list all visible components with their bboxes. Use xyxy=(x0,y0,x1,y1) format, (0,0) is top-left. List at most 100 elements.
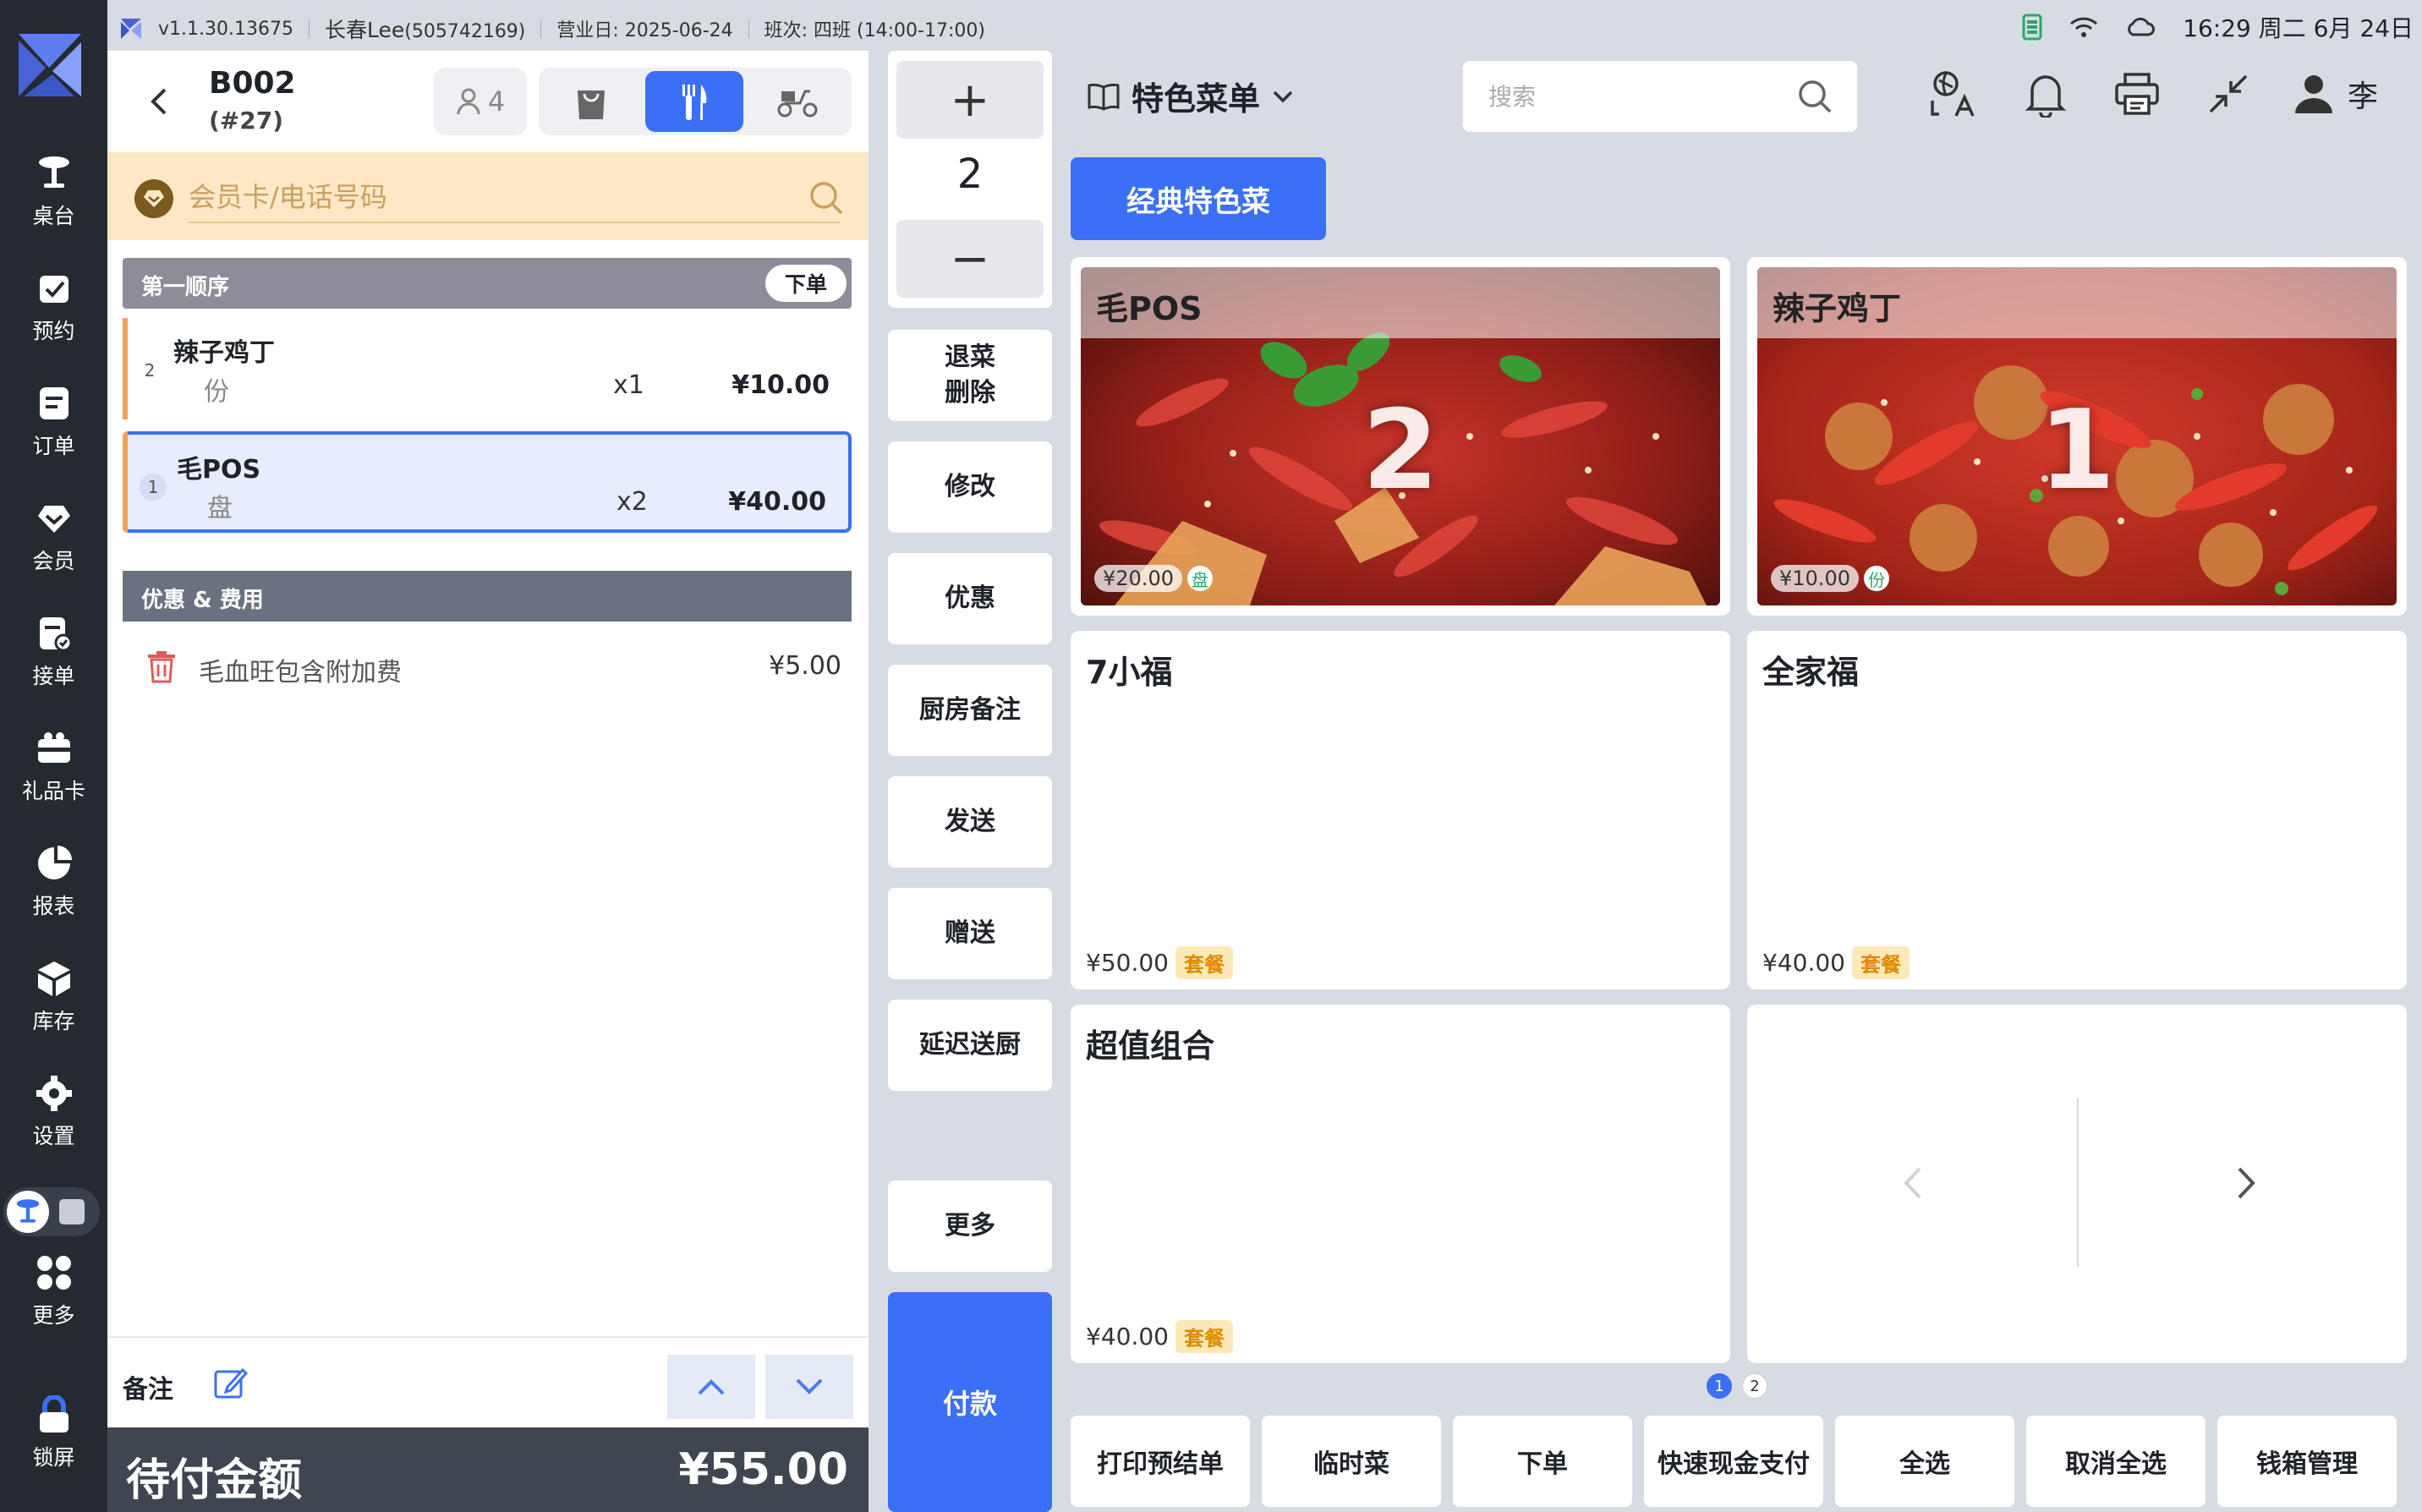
nav-item-reservations[interactable]: 预约 xyxy=(0,260,107,353)
search-icon[interactable] xyxy=(1796,78,1833,115)
page-dot[interactable]: 2 xyxy=(1742,1373,1767,1399)
nav-item-settings[interactable]: 设置 xyxy=(0,1066,107,1159)
dish-name: 毛POS xyxy=(1081,267,1720,338)
send-button[interactable]: 发送 xyxy=(888,776,1052,868)
nav-item-orders[interactable]: 订单 xyxy=(0,375,107,468)
guest-count: 4 xyxy=(487,85,506,118)
total-label: 待付金额 xyxy=(126,1455,303,1506)
user-id: (505742169) xyxy=(404,21,526,42)
order-sequence: (#27) xyxy=(209,107,284,134)
item-qty: x1 xyxy=(613,370,644,400)
nav-item-accept-orders[interactable]: 接单 xyxy=(0,605,107,698)
edit-icon[interactable] xyxy=(212,1365,248,1400)
mode-toggle[interactable] xyxy=(3,1187,100,1236)
quick-cash-button[interactable]: 快速现金支付 xyxy=(1644,1416,1823,1507)
menu-search-input[interactable] xyxy=(1488,76,1810,117)
quick-mode-icon xyxy=(59,1199,85,1224)
chevron-left-icon[interactable] xyxy=(1896,1162,1930,1204)
shift: 班次: 四班 (14:00-17:00) xyxy=(764,20,985,41)
item-name: 辣子鸡丁 xyxy=(173,338,275,368)
bag-icon xyxy=(578,90,605,119)
report-icon xyxy=(37,846,72,879)
dish-card[interactable]: 辣子鸡丁 1 ¥10.00 份 xyxy=(1747,257,2407,616)
scroll-up-button[interactable] xyxy=(667,1355,755,1419)
qty-plus-button[interactable]: + xyxy=(896,61,1044,139)
trash-icon[interactable] xyxy=(145,649,178,683)
combo-price: ¥40.00 xyxy=(1762,949,1845,977)
dine-in-mode-button[interactable] xyxy=(645,71,743,132)
app-version: v1.1.30.13675 xyxy=(158,18,293,40)
temp-dish-button[interactable]: 临时菜 xyxy=(1262,1416,1441,1507)
bell-icon[interactable] xyxy=(2019,68,2072,120)
more-icon xyxy=(36,1256,71,1290)
member-search-input[interactable] xyxy=(189,173,840,223)
modify-button[interactable]: 修改 xyxy=(888,441,1052,533)
menu-area: 特色菜单 李 经典特色菜 xyxy=(1071,51,2422,1512)
fees-title: 优惠 & 费用 xyxy=(141,588,264,613)
dish-count: 1 xyxy=(2038,386,2116,514)
nav-item-inventory[interactable]: 库存 xyxy=(0,950,107,1044)
page-dot[interactable]: 1 xyxy=(1707,1373,1732,1399)
status-bar: v1.1.30.13675 长春Lee(505742169) 营业日: 2025… xyxy=(107,0,2422,51)
chevron-right-icon[interactable] xyxy=(2229,1162,2263,1204)
chevron-down-icon xyxy=(796,1378,823,1394)
place-order-button[interactable]: 下单 xyxy=(1453,1416,1632,1507)
table-icon xyxy=(38,156,69,188)
gift-button[interactable]: 赠送 xyxy=(888,888,1052,979)
nav-item-more[interactable]: 更多 xyxy=(0,1245,107,1338)
inventory-icon xyxy=(37,961,70,996)
delay-send-button[interactable]: 延迟送厨 xyxy=(888,1000,1052,1091)
wifi-icon xyxy=(2070,17,2098,37)
qty-minus-button[interactable]: − xyxy=(896,220,1044,298)
pay-button[interactable]: 付款 xyxy=(888,1292,1052,1512)
nav-item-members[interactable]: 会员 xyxy=(0,490,107,583)
menu-selector[interactable]: 特色菜单 xyxy=(1088,73,1294,119)
fees-header: 优惠 & 费用 xyxy=(123,571,852,622)
user-menu[interactable]: 李 xyxy=(2293,72,2378,116)
member-search-icon[interactable] xyxy=(808,179,845,216)
nav-item-gift-cards[interactable]: 礼品卡 xyxy=(0,720,107,814)
menu-title: 特色菜单 xyxy=(1132,80,1261,118)
course-title: 第一顺序 xyxy=(141,275,230,300)
chevron-up-icon xyxy=(698,1379,725,1395)
fee-name: 毛血旺包含附加费 xyxy=(199,658,402,688)
combo-card[interactable]: 全家福 ¥40.00 套餐 xyxy=(1747,631,2407,989)
course-submit-button[interactable]: 下单 xyxy=(765,265,847,302)
printer-icon[interactable] xyxy=(2111,68,2163,120)
scroll-down-button[interactable] xyxy=(765,1355,853,1419)
cash-drawer-button[interactable]: 钱箱管理 xyxy=(2217,1416,2397,1507)
print-prebill-button[interactable]: 打印预结单 xyxy=(1071,1416,1250,1507)
qty-value: 2 xyxy=(956,151,984,198)
dish-card[interactable]: 毛POS 2 ¥20.00 盘 xyxy=(1071,257,1730,616)
nav-item-reports[interactable]: 报表 xyxy=(0,835,107,929)
kitchen-note-button[interactable]: 厨房备注 xyxy=(888,665,1052,756)
page-indicator: 1 2 xyxy=(1707,1373,1767,1399)
combo-card[interactable]: 7小福 ¥50.00 套餐 xyxy=(1071,631,1730,989)
dish-price: ¥10.00 xyxy=(1771,565,1859,592)
translate-icon[interactable] xyxy=(1928,68,1981,120)
combo-card[interactable]: 超值组合 ¥40.00 套餐 xyxy=(1071,1005,1730,1363)
gift-card-icon xyxy=(37,732,70,763)
nav-item-tables[interactable]: 桌台 xyxy=(0,145,107,238)
order-item-selected[interactable]: 1 毛POS 盘 x2 ¥40.00 xyxy=(123,431,852,533)
avatar-icon xyxy=(2295,75,2332,113)
item-unit: 盘 xyxy=(207,494,233,523)
table-number: B002 xyxy=(209,66,296,101)
category-tab-classic[interactable]: 经典特色菜 xyxy=(1071,157,1326,240)
combo-badge: 套餐 xyxy=(1175,946,1233,979)
collapse-icon[interactable] xyxy=(2202,68,2255,120)
select-all-button[interactable]: 全选 xyxy=(1835,1416,2014,1507)
delivery-mode-button[interactable] xyxy=(748,71,847,132)
guest-count-button[interactable]: 4 xyxy=(434,68,527,135)
nav-item-lock[interactable]: 锁屏 xyxy=(0,1387,107,1480)
takeout-mode-button[interactable] xyxy=(542,71,640,132)
more-actions-button[interactable]: 更多 xyxy=(888,1181,1052,1272)
course-header: 第一顺序 下单 xyxy=(123,258,852,309)
item-unit: 份 xyxy=(204,377,229,407)
discount-button[interactable]: 优惠 xyxy=(888,553,1052,644)
order-item[interactable]: 2 辣子鸡丁 份 x1 ¥10.00 xyxy=(123,318,852,419)
combo-price: ¥50.00 xyxy=(1086,949,1169,977)
back-icon[interactable] xyxy=(143,85,177,118)
deselect-all-button[interactable]: 取消全选 xyxy=(2026,1416,2206,1507)
refund-delete-button[interactable]: 退菜 删除 xyxy=(888,330,1052,421)
